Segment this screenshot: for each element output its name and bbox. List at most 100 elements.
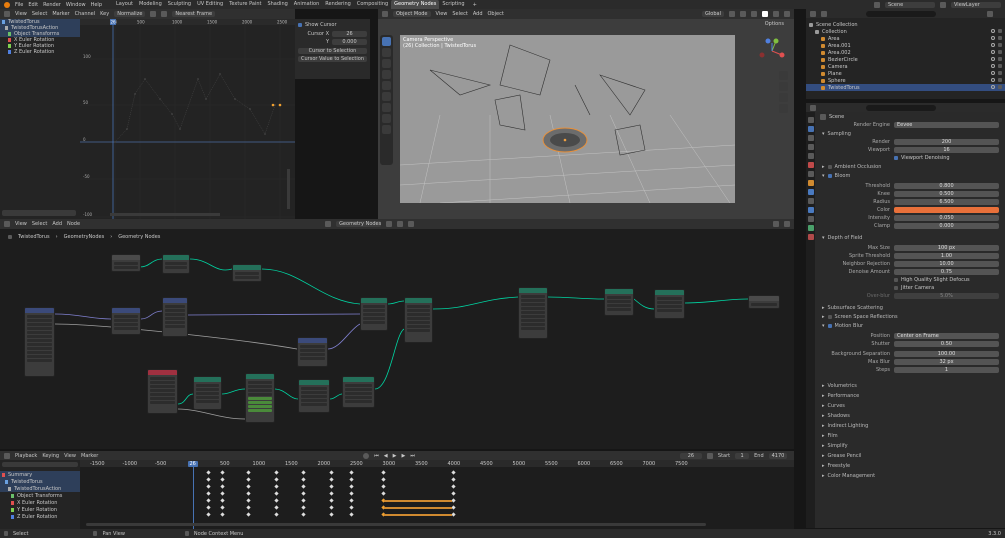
- graph-menu-marker[interactable]: Marker: [52, 11, 69, 17]
- geometry-node[interactable]: [748, 295, 780, 309]
- node-socket-row[interactable]: [657, 305, 682, 308]
- keyframe-diamond[interactable]: [349, 470, 354, 475]
- outliner-item[interactable]: TwistedTorus: [806, 84, 1005, 91]
- keyframe-diamond[interactable]: [349, 505, 354, 510]
- show-cursor-checkbox[interactable]: [298, 23, 302, 27]
- transform-tool-icon[interactable]: [382, 92, 391, 101]
- node-socket-row[interactable]: [301, 403, 327, 406]
- shading-solid-icon[interactable]: [762, 11, 768, 17]
- workspace-tab-animation[interactable]: Animation: [291, 0, 323, 9]
- motion-position-select[interactable]: Center on Frame: [894, 333, 999, 339]
- motion-blur-checkbox[interactable]: [827, 324, 832, 328]
- keyframe-diamond[interactable]: [301, 477, 306, 482]
- node-socket-row[interactable]: [150, 393, 175, 396]
- panel-performance[interactable]: ▸ Performance: [816, 390, 1005, 400]
- timeline-menu-view[interactable]: View: [64, 453, 76, 459]
- node-socket-row[interactable]: [301, 395, 327, 398]
- node-socket-row[interactable]: [300, 345, 325, 348]
- timeline-menu-marker[interactable]: Marker: [81, 453, 98, 459]
- node-socket-row[interactable]: [248, 393, 272, 396]
- workspace-tab-modeling[interactable]: Modeling: [136, 0, 165, 9]
- modifier-tab-icon[interactable]: [807, 189, 814, 195]
- ssr-checkbox[interactable]: [827, 315, 832, 319]
- cursor-y-field[interactable]: 0.000: [332, 39, 367, 45]
- node-socket-row[interactable]: [114, 266, 138, 269]
- node-socket-row[interactable]: [196, 400, 219, 403]
- geometry-node[interactable]: [604, 288, 634, 316]
- node-socket-row[interactable]: [345, 396, 372, 399]
- workspace-tab-scripting[interactable]: Scripting: [439, 0, 467, 9]
- node-socket-row[interactable]: [114, 315, 138, 318]
- keyframe-diamond[interactable]: [220, 491, 225, 496]
- constraints-tab-icon[interactable]: [807, 216, 814, 222]
- depth-of-field-panel[interactable]: ▾ Depth of Field: [816, 233, 1005, 242]
- outliner-item[interactable]: Collection: [806, 28, 1005, 35]
- playback-menu[interactable]: Playback: [15, 453, 37, 459]
- add-cube-tool-icon[interactable]: [382, 125, 391, 134]
- snap-mode-select[interactable]: Nearest Frame: [172, 11, 216, 17]
- keyframe-diamond[interactable]: [349, 491, 354, 496]
- visibility-eye-icon[interactable]: [991, 85, 995, 89]
- keyframe-diamond[interactable]: [381, 484, 386, 489]
- geometry-node[interactable]: [342, 376, 375, 408]
- subsurface-panel[interactable]: ▸ Subsurface Scattering: [816, 303, 1005, 312]
- mode-select[interactable]: Object Mode: [393, 11, 431, 17]
- node-socket-row[interactable]: [363, 305, 385, 308]
- geometry-node[interactable]: [24, 307, 55, 377]
- workspace-tab-compositing[interactable]: Compositing: [354, 0, 391, 9]
- geometry-node[interactable]: [518, 287, 548, 339]
- visibility-eye-icon[interactable]: [991, 57, 995, 61]
- dopesheet-ruler[interactable]: -1500 -1000 -500 26 500 1000 1500 2000 2500 3000 3…: [80, 460, 794, 467]
- select-box-tool-icon[interactable]: [382, 37, 391, 46]
- node-socket-row[interactable]: [150, 385, 175, 388]
- max-size-field[interactable]: 100 px: [894, 245, 999, 251]
- node-socket-row[interactable]: [407, 317, 430, 320]
- viewport-editor-type-icon[interactable]: [382, 11, 388, 17]
- node-socket-row[interactable]: [248, 389, 272, 392]
- dopesheet-channel-row[interactable]: Summary: [0, 471, 80, 478]
- render-camera-icon[interactable]: [998, 71, 1002, 75]
- visibility-eye-icon[interactable]: [991, 43, 995, 47]
- node-socket-row[interactable]: [165, 305, 185, 308]
- node-socket-row[interactable]: [114, 319, 138, 322]
- workspace-tab-geometry-nodes[interactable]: Geometry Nodes: [391, 0, 440, 9]
- keyframe-diamond[interactable]: [220, 470, 225, 475]
- bloom-color-field[interactable]: [894, 207, 999, 213]
- visibility-eye-icon[interactable]: [991, 36, 995, 40]
- visibility-eye-icon[interactable]: [991, 29, 995, 33]
- geometry-node[interactable]: [147, 369, 178, 414]
- view-layer-selector[interactable]: ViewLayer: [951, 1, 1001, 8]
- filter-icon[interactable]: [150, 11, 157, 17]
- dopesheet-channel-row[interactable]: Object Transforms: [0, 492, 80, 499]
- keyframe-diamond[interactable]: [246, 484, 251, 489]
- menu-file[interactable]: File: [15, 2, 23, 8]
- keyframe-diamond[interactable]: [451, 470, 456, 475]
- outliner-item[interactable]: Scene Collection: [806, 21, 1005, 28]
- node-socket-row[interactable]: [165, 313, 185, 316]
- outliner-type-icon[interactable]: [810, 10, 816, 17]
- dopesheet-channel-row[interactable]: Y Euler Rotation: [0, 506, 80, 513]
- keyframe-diamond[interactable]: [301, 470, 306, 475]
- view-layer-tab-icon[interactable]: [807, 144, 814, 150]
- max-blur-field[interactable]: 32 px: [894, 359, 999, 365]
- keyframe-diamond[interactable]: [246, 491, 251, 496]
- scene-selector[interactable]: Scene: [885, 1, 935, 8]
- node-socket-row[interactable]: [751, 303, 777, 306]
- node-socket-row[interactable]: [248, 397, 272, 400]
- dopesheet-channel-row[interactable]: Z Euler Rotation: [0, 513, 80, 520]
- orientation-select[interactable]: Global: [702, 11, 724, 17]
- annotate-tool-icon[interactable]: [382, 103, 391, 112]
- node-socket-row[interactable]: [196, 388, 219, 391]
- node-socket-row[interactable]: [165, 309, 185, 312]
- object-tab-icon[interactable]: [807, 180, 814, 186]
- pan-hand-icon[interactable]: [779, 82, 788, 91]
- geometry-node[interactable]: [111, 307, 141, 335]
- render-samples-field[interactable]: 200: [894, 139, 999, 145]
- keyframe-diamond[interactable]: [329, 498, 334, 503]
- outliner-search-input[interactable]: [866, 11, 936, 17]
- blender-logo-icon[interactable]: [4, 1, 10, 8]
- output-tab-icon[interactable]: [807, 135, 814, 141]
- material-tab-icon[interactable]: [807, 234, 814, 240]
- workspace-tab-shading[interactable]: Shading: [264, 0, 290, 9]
- high-quality-defocus-checkbox[interactable]: [894, 278, 898, 282]
